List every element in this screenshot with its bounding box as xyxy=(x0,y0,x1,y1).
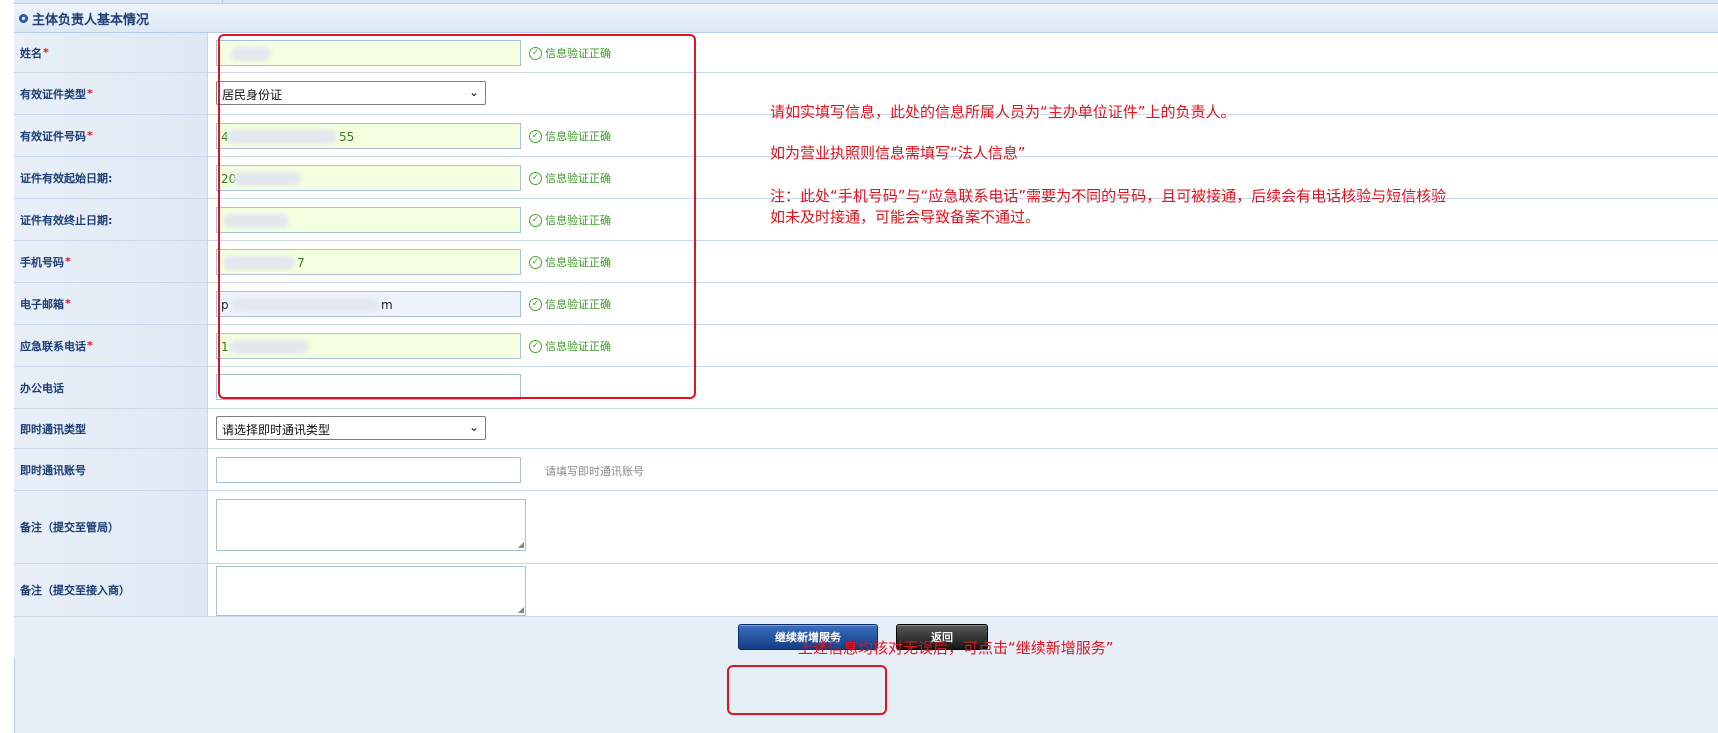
annotation-box-fields xyxy=(218,34,696,399)
section-header: 主体负责人基本情况 xyxy=(14,4,1718,33)
row-im-account: 即时通讯账号 请填写即时通讯账号 xyxy=(14,449,1718,491)
field-label: 有效证件号码 xyxy=(20,129,86,143)
field-label: 电子邮箱 xyxy=(20,297,64,311)
annotation-box-button xyxy=(727,665,887,715)
chevron-down-icon: ⌄ xyxy=(468,420,479,434)
annotation-note-2: 如为营业执照则信息需填写“法人信息” xyxy=(770,144,1026,162)
remark-provider-textarea[interactable]: ◢ xyxy=(216,566,526,616)
annotation-note-4: 如未及时接通，可能会导致备案不通过。 xyxy=(770,208,1041,226)
annotation-note-3: 注：此处“手机号码”与“应急联系电话”需要为不同的号码，且可被接通，后续会有电话… xyxy=(770,187,1447,205)
row-remark-bureau: 备注（提交至管局） ◢ xyxy=(14,491,1718,564)
section-title: 主体负责人基本情况 xyxy=(32,12,150,28)
row-im-type: 即时通讯类型 请选择即时通讯类型 ⌄ xyxy=(14,409,1718,449)
remark-bureau-textarea[interactable]: ◢ xyxy=(216,499,526,551)
field-label: 即时通讯账号 xyxy=(20,463,86,477)
annotation-note-5: 上述信息均核对无误后，可点击“继续新增服务” xyxy=(798,639,1114,657)
bullet-icon xyxy=(19,13,28,23)
field-label: 证件有效起始日期: xyxy=(20,171,113,185)
field-label: 备注（提交至管局） xyxy=(20,521,119,534)
field-label: 有效证件类型 xyxy=(20,87,86,101)
annotation-note-1: 请如实填写信息，此处的信息所属人员为“主办单位证件”上的负责人。 xyxy=(770,103,1236,121)
field-label: 即时通讯类型 xyxy=(20,422,86,436)
field-label: 应急联系电话 xyxy=(20,339,86,353)
field-label: 备注（提交至接入商） xyxy=(20,584,130,597)
resize-grip-icon[interactable]: ◢ xyxy=(518,541,524,549)
row-remark-provider: 备注（提交至接入商） ◢ xyxy=(14,564,1718,617)
resize-grip-icon[interactable]: ◢ xyxy=(518,606,524,614)
field-label: 证件有效终止日期: xyxy=(20,213,113,227)
im-type-select[interactable]: 请选择即时通讯类型 ⌄ xyxy=(216,416,486,440)
field-label: 姓名 xyxy=(20,46,42,60)
im-account-hint: 请填写即时通讯账号 xyxy=(545,465,644,478)
field-label: 办公电话 xyxy=(20,381,64,395)
im-account-input[interactable] xyxy=(216,457,521,483)
field-label: 手机号码 xyxy=(20,255,64,269)
